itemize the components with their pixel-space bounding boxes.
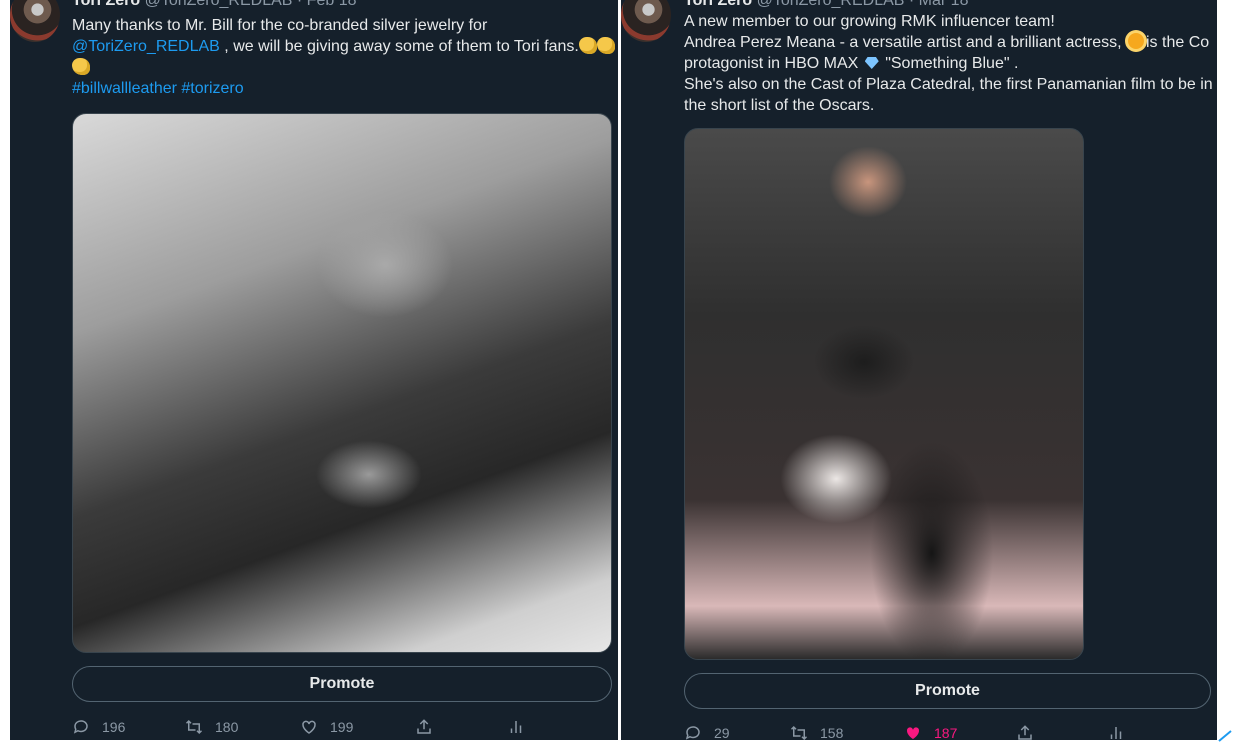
analytics-icon — [1110, 727, 1122, 739]
share-icon — [1018, 725, 1032, 740]
tweet-text-line: She's also on the Cast of Plaza Catedral… — [684, 76, 1213, 93]
tweet-text-line: Andrea Perez Meana - a versatile artist … — [684, 32, 1214, 53]
analytics-icon — [510, 721, 522, 733]
more-options-icon[interactable]: ··· — [592, 0, 613, 9]
reply-button[interactable]: 196 — [72, 718, 125, 736]
clapping-hands-icon — [596, 37, 615, 54]
like-count: 199 — [330, 719, 354, 735]
retweet-button[interactable]: 180 — [185, 718, 238, 736]
like-count: 187 — [934, 725, 958, 740]
reply-icon — [685, 726, 700, 740]
tweet-text: A new member to our growing RMK influenc… — [684, 11, 1214, 116]
tweet-header: Tori Zero @ToriZero_REDLAB · Mar 18 — [684, 0, 968, 10]
sun-icon — [1128, 33, 1144, 49]
retweet-count: 158 — [820, 725, 844, 740]
handle-date[interactable]: @ToriZero_REDLAB · Mar 18 — [757, 0, 969, 9]
tweet-text-part: "Something Blue" . — [885, 55, 1019, 72]
checkmark-icon — [1218, 730, 1232, 742]
avatar[interactable] — [621, 0, 671, 42]
right-tweet: Tori Zero @ToriZero_REDLAB · Mar 18 ··· … — [621, 0, 1217, 740]
tweet-text-line: A new member to our growing RMK influenc… — [684, 13, 1055, 30]
promote-button[interactable]: Promote — [72, 666, 612, 702]
retweet-button[interactable]: 158 — [790, 724, 843, 740]
promote-button[interactable]: Promote — [684, 673, 1211, 709]
tweet-photo[interactable] — [72, 113, 612, 653]
tweet-text-rest: , we will be giving away some of them to… — [224, 38, 579, 55]
clapping-hands-icon — [578, 37, 597, 54]
retweet-count: 180 — [215, 719, 239, 735]
tweet-text-part: Andrea Perez Meana - a versatile artist … — [684, 34, 1122, 51]
like-button[interactable]: 187 — [904, 724, 957, 740]
diamond-icon — [864, 57, 879, 69]
heart-icon — [302, 720, 316, 734]
reply-count: 196 — [102, 719, 126, 735]
analytics-button[interactable] — [1107, 724, 1137, 740]
tweet-text-line: protagonist in HBO MAX "Something Blue" … — [684, 53, 1214, 74]
retweet-icon — [790, 725, 808, 740]
avatar[interactable] — [10, 0, 60, 42]
more-options-icon[interactable]: ··· — [1191, 0, 1212, 9]
tweet-text-part: protagonist in HBO MAX — [684, 55, 859, 72]
hashtags-link[interactable]: #billwallleather #torizero — [72, 78, 617, 99]
author-name[interactable]: Tori Zero — [72, 0, 140, 9]
tweet-header: Tori Zero @ToriZero_REDLAB · Feb 18 — [72, 0, 356, 10]
mention-link[interactable]: @ToriZero_REDLAB — [72, 38, 220, 55]
reply-button[interactable]: 29 — [684, 724, 730, 740]
tweet-text: Many thanks to Mr. Bill for the co-brand… — [72, 15, 617, 99]
share-button[interactable] — [415, 718, 445, 736]
reply-count: 29 — [714, 725, 730, 740]
share-icon — [417, 719, 431, 734]
left-tweet: Tori Zero @ToriZero_REDLAB · Feb 18 ··· … — [10, 0, 618, 740]
like-button[interactable]: 199 — [300, 718, 353, 736]
analytics-button[interactable] — [507, 718, 537, 736]
tweet-text-line: the short list of the Oscars. — [684, 97, 875, 114]
retweet-icon — [185, 719, 203, 735]
tweet-photo[interactable] — [684, 128, 1084, 660]
author-name[interactable]: Tori Zero — [684, 0, 752, 9]
share-button[interactable] — [1016, 724, 1046, 740]
tweet-text-part: is the Co — [1146, 34, 1210, 51]
tweet-text-line: @ToriZero_REDLAB , we will be giving awa… — [72, 36, 617, 57]
tweet-text-line: Many thanks to Mr. Bill for the co-brand… — [72, 17, 488, 34]
clapping-hands-icon — [72, 58, 90, 75]
heart-filled-icon — [906, 727, 920, 739]
tweet-text-line — [72, 57, 617, 78]
reply-icon — [73, 720, 88, 734]
handle-date[interactable]: @ToriZero_REDLAB · Feb 18 — [145, 0, 357, 9]
